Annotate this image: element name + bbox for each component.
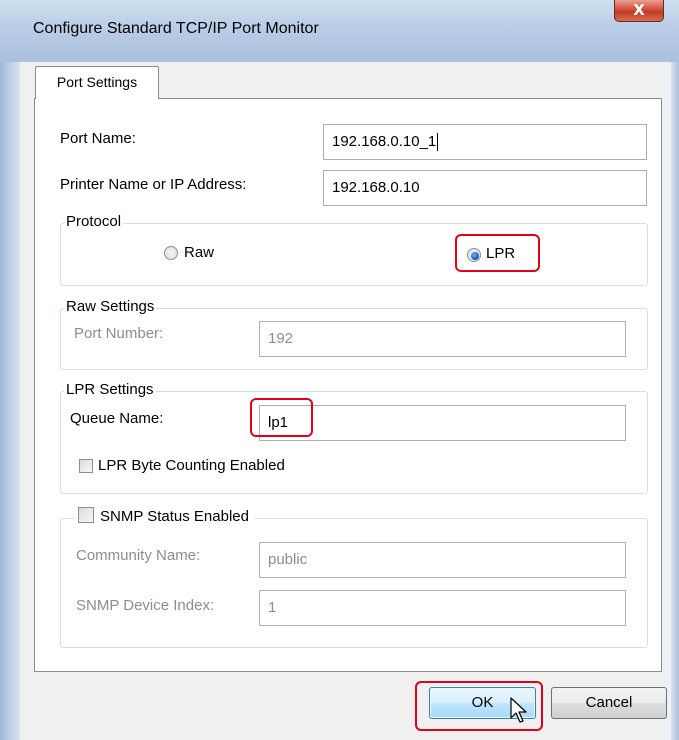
port-name-label: Port Name:	[60, 130, 136, 147]
window-frame-right	[671, 62, 679, 740]
cancel-button[interactable]: Cancel	[551, 687, 667, 719]
printer-name-label: Printer Name or IP Address:	[60, 176, 247, 193]
snmp-enabled-label[interactable]: SNMP Status Enabled	[100, 508, 249, 525]
queue-name-annotation-box	[250, 398, 313, 437]
port-number-input[interactable]: 192	[259, 321, 626, 357]
lpr-radio-label[interactable]: LPR	[486, 245, 515, 262]
close-button[interactable]: X	[614, 0, 664, 22]
queue-name-input[interactable]: lp1	[259, 405, 626, 441]
protocol-group	[60, 223, 648, 286]
lpr-byte-counting-checkbox[interactable]	[79, 459, 93, 473]
lpr-radio[interactable]	[467, 248, 481, 262]
lpr-settings-legend: LPR Settings	[64, 381, 156, 398]
tab-port-settings[interactable]: Port Settings	[35, 66, 159, 99]
snmp-group	[60, 518, 648, 648]
window-title: Configure Standard TCP/IP Port Monitor	[33, 20, 319, 37]
port-name-input[interactable]: 192.168.0.10_1	[323, 124, 647, 160]
snmp-device-index-label: SNMP Device Index:	[76, 597, 215, 614]
snmp-device-index-input[interactable]: 1	[259, 590, 626, 626]
queue-name-label: Queue Name:	[70, 410, 164, 427]
window-frame-left	[0, 62, 20, 740]
close-icon: X	[633, 1, 645, 19]
community-name-label: Community Name:	[76, 547, 201, 564]
raw-radio[interactable]	[164, 246, 178, 260]
text-caret	[437, 133, 439, 152]
snmp-enabled-checkbox[interactable]	[78, 507, 94, 523]
snmp-legend-wrap: SNMP Status Enabled	[74, 507, 255, 525]
port-number-label: Port Number:	[74, 325, 164, 342]
protocol-legend: Protocol	[64, 213, 124, 230]
lpr-byte-counting-label[interactable]: LPR Byte Counting Enabled	[98, 457, 285, 474]
raw-settings-legend: Raw Settings	[64, 298, 157, 315]
community-name-input[interactable]: public	[259, 542, 626, 578]
mouse-cursor-icon	[510, 697, 527, 723]
port-name-value: 192.168.0.10_1	[332, 133, 437, 150]
printer-name-input[interactable]: 192.168.0.10	[323, 170, 647, 206]
raw-radio-label[interactable]: Raw	[184, 244, 214, 261]
